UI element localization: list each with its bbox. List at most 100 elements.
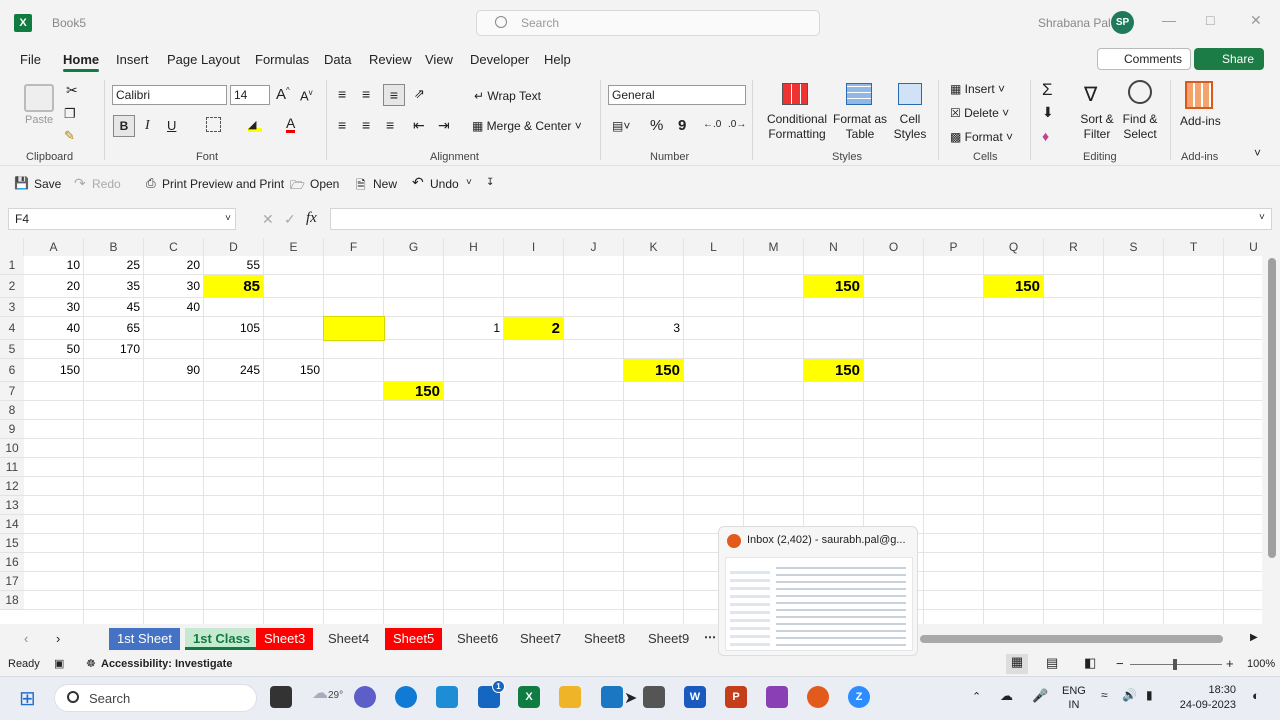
sheet-tab[interactable]: Sheet9: [640, 628, 697, 650]
chat-icon[interactable]: [354, 686, 376, 708]
add-ins-button[interactable]: Add-ins: [1180, 114, 1221, 128]
comments-button[interactable]: Comments: [1097, 48, 1192, 70]
fill-color-icon[interactable]: ◢: [248, 118, 262, 132]
save-button[interactable]: Save: [34, 177, 61, 191]
calculator-icon[interactable]: [643, 686, 665, 708]
clipchamp-icon[interactable]: [766, 686, 788, 708]
new-button[interactable]: New: [373, 177, 397, 191]
snipping-tool-icon[interactable]: [436, 686, 458, 708]
font-color-icon[interactable]: A: [286, 116, 296, 133]
tab-data[interactable]: Data: [324, 52, 351, 67]
customize-qat-icon[interactable]: ↧: [486, 177, 494, 188]
zoom-slider-thumb[interactable]: [1173, 659, 1177, 670]
redo-icon[interactable]: ↷: [74, 175, 86, 192]
tab-formulas[interactable]: Formulas: [255, 52, 309, 67]
clear-icon[interactable]: ♦: [1042, 128, 1049, 144]
zoom-in-icon[interactable]: +: [1226, 656, 1234, 671]
cell-n2[interactable]: 150: [804, 275, 864, 298]
cell-i4[interactable]: 2: [504, 317, 564, 340]
cell-b2[interactable]: 35: [84, 275, 144, 298]
row-header[interactable]: 18: [0, 591, 24, 610]
tab-developer[interactable]: Developer: [470, 52, 529, 67]
column-header[interactable]: Q: [984, 238, 1044, 256]
row-header[interactable]: 6: [0, 359, 24, 382]
maximize-icon[interactable]: □: [1206, 12, 1214, 28]
name-box[interactable]: F4 ˅: [8, 208, 236, 230]
collapse-ribbon-icon[interactable]: ˅: [1254, 146, 1261, 160]
sort-filter-button[interactable]: Sort & Filter: [1078, 112, 1116, 142]
redo-button[interactable]: Redo: [92, 177, 121, 191]
wifi-icon[interactable]: ≈: [1101, 688, 1108, 702]
insert-cells-button[interactable]: ▦ Insert ˅: [950, 82, 1005, 96]
merge-center-button[interactable]: ▦ Merge & Center ˅: [472, 119, 582, 133]
prev-sheet-icon[interactable]: ‹: [24, 631, 28, 646]
align-top-icon[interactable]: ≡: [338, 86, 346, 102]
cell-k4[interactable]: 3: [624, 317, 684, 340]
italic-button[interactable]: I: [145, 118, 150, 134]
tab-help[interactable]: Help: [544, 52, 571, 67]
clock[interactable]: 18:30 24-09-2023: [1176, 683, 1236, 713]
format-as-table-button[interactable]: Format as Table: [832, 112, 888, 142]
increase-decimal-icon[interactable]: ←.0: [703, 119, 721, 130]
share-button[interactable]: Share: [1194, 48, 1265, 70]
cell-c1[interactable]: 20: [144, 256, 204, 275]
cell-h4[interactable]: 1: [444, 317, 504, 340]
more-sheets-icon[interactable]: ⋯: [704, 630, 716, 644]
next-sheet-icon[interactable]: ›: [56, 631, 60, 646]
comma-button[interactable]: 9: [678, 117, 686, 134]
increase-indent-icon[interactable]: ⇥: [438, 117, 450, 134]
row-header[interactable]: 12: [0, 477, 24, 496]
sheet-tab-active[interactable]: 1st Class: [185, 628, 259, 650]
column-header[interactable]: D: [204, 238, 264, 256]
autosum-icon[interactable]: Σ: [1042, 80, 1053, 100]
cell-c6[interactable]: 90: [144, 359, 204, 382]
window-preview-popup[interactable]: Inbox (2,402) - saurabh.pal@g...: [718, 526, 918, 656]
bold-button[interactable]: B: [113, 115, 135, 137]
wrap-text-button[interactable]: ↵ Wrap Text: [474, 89, 541, 103]
notepad-icon[interactable]: [601, 686, 623, 708]
tab-home[interactable]: Home: [63, 52, 100, 72]
vertical-scrollbar[interactable]: [1264, 238, 1280, 624]
cell-q2[interactable]: 150: [984, 275, 1044, 298]
formula-input[interactable]: [330, 208, 1272, 230]
print-preview-button[interactable]: Print Preview and Print: [162, 177, 284, 191]
column-header[interactable]: C: [144, 238, 204, 256]
column-header[interactable]: P: [924, 238, 984, 256]
excel-taskbar-icon[interactable]: X: [518, 686, 540, 708]
decrease-indent-icon[interactable]: ⇤: [413, 117, 425, 134]
undo-button[interactable]: Undo: [430, 177, 459, 191]
column-header[interactable]: S: [1104, 238, 1164, 256]
cell-b1[interactable]: 25: [84, 256, 144, 275]
column-header[interactable]: N: [804, 238, 864, 256]
cell-a1[interactable]: 10: [24, 256, 84, 275]
cell-g7[interactable]: 150: [384, 382, 444, 401]
scroll-thumb[interactable]: [1268, 258, 1276, 558]
undo-icon[interactable]: ↶: [412, 174, 424, 191]
row-header[interactable]: 17: [0, 572, 24, 591]
format-cells-button[interactable]: ▩ Format ˅: [950, 130, 1013, 144]
align-bottom-icon[interactable]: ≡: [383, 84, 405, 106]
borders-icon[interactable]: [206, 117, 221, 132]
column-header[interactable]: F: [324, 238, 384, 256]
microphone-icon[interactable]: 🎤: [1032, 688, 1048, 704]
currency-icon[interactable]: ▤˅: [612, 119, 630, 133]
decrease-decimal-icon[interactable]: .0→: [728, 119, 746, 130]
cell-c3[interactable]: 40: [144, 298, 204, 317]
row-header[interactable]: 11: [0, 458, 24, 477]
row-header[interactable]: 4: [0, 317, 24, 340]
battery-icon[interactable]: ▮: [1146, 688, 1153, 702]
column-header[interactable]: T: [1164, 238, 1224, 256]
align-left-icon[interactable]: ≡: [338, 117, 346, 133]
cell-d4[interactable]: 105: [204, 317, 264, 340]
horizontal-scrollbar[interactable]: [920, 635, 1223, 643]
zoom-level[interactable]: 100%: [1247, 658, 1275, 670]
sheet-tab[interactable]: Sheet8: [576, 628, 633, 650]
mail-icon[interactable]: 1: [478, 680, 505, 708]
column-header[interactable]: A: [24, 238, 84, 256]
column-header[interactable]: L: [684, 238, 744, 256]
sheet-tab[interactable]: Sheet3: [256, 628, 314, 650]
percent-button[interactable]: %: [650, 117, 663, 134]
windows-start-icon[interactable]: ⊞: [19, 686, 36, 711]
row-header[interactable]: 5: [0, 340, 24, 359]
sort-filter-icon[interactable]: ∇: [1084, 82, 1097, 107]
